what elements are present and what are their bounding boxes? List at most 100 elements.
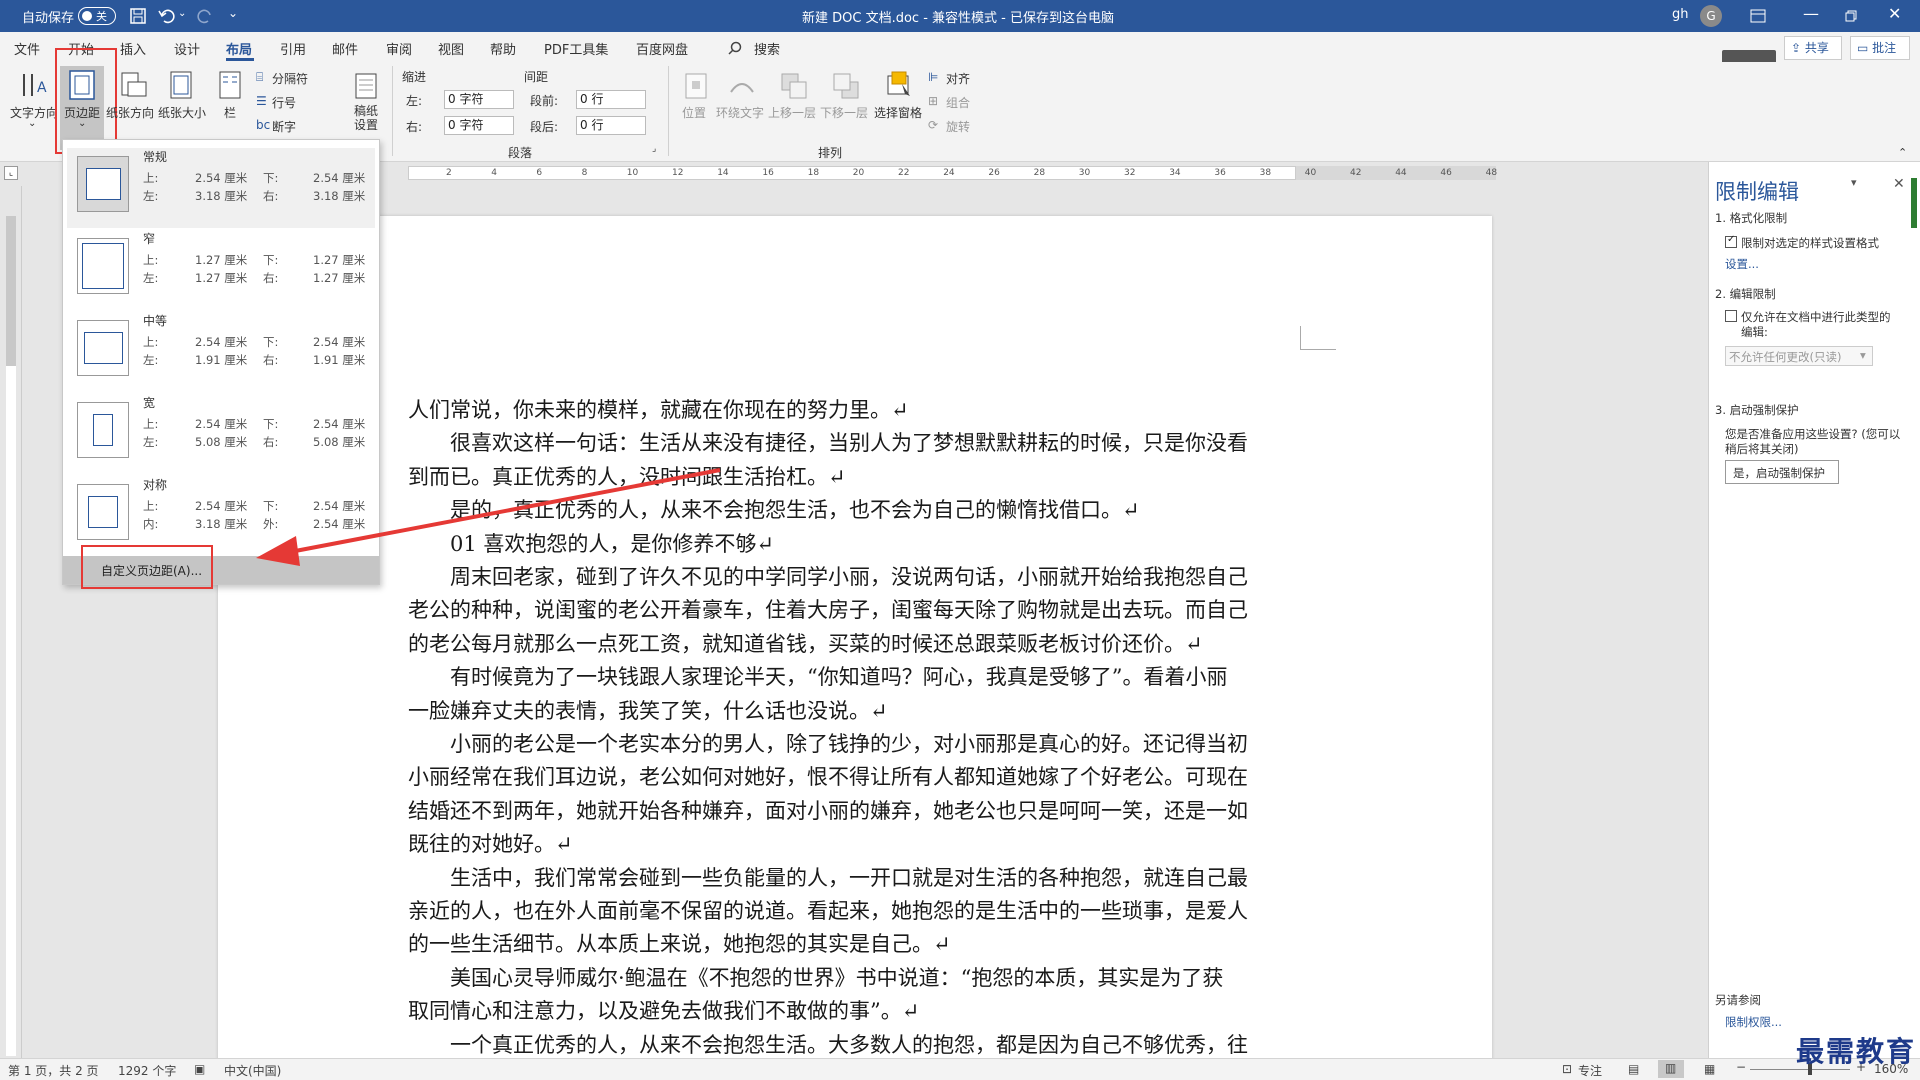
proofing-icon[interactable]: ▣ xyxy=(194,1062,205,1076)
document-line[interactable]: 小丽的老公是一个老实本分的男人，除了钱挣的少，对小丽那是真心的好。还记得当初 xyxy=(408,728,1682,758)
paper-size-label[interactable]: 纸张大小 xyxy=(158,104,206,121)
group-icon[interactable]: ⊞ xyxy=(928,94,938,108)
document-line[interactable]: 人们常说，你未来的模样，就藏在你现在的努力里。↵ xyxy=(408,394,1682,424)
document-line[interactable]: 一个真正优秀的人，从来不会抱怨生活。大多数人的抱怨，都是因为自己不够优秀，往 xyxy=(408,1029,1682,1058)
line-numbers-label[interactable]: 行号 xyxy=(272,94,296,111)
tab-references[interactable]: 引用 xyxy=(280,39,306,58)
document-line[interactable]: 的一些生活细节。从本质上来说，她抱怨的其实是自己。↵ xyxy=(408,928,1682,958)
tab-baidu[interactable]: 百度网盘 xyxy=(636,39,688,58)
spacing-before-input[interactable]: 0 行 xyxy=(576,90,646,109)
dialog-launcher-icon[interactable]: ⌟ xyxy=(652,144,656,154)
document-line[interactable]: 取同情心和注意力，以及避免去做我们不敢做的事”。↵ xyxy=(408,995,1682,1025)
document-line[interactable]: 是的，真正优秀的人，从来不会抱怨生活，也不会为自己的懒惰找借口。↵ xyxy=(408,494,1682,524)
orientation-label[interactable]: 纸张方向 xyxy=(106,104,154,121)
ribbon-display-icon[interactable] xyxy=(1750,9,1766,23)
document-line[interactable]: 很喜欢这样一句话：生活从来没有捷径，当别人为了梦想默默耕耘的时候，只是你没看 xyxy=(408,427,1682,457)
document-line[interactable]: 的老公每月就那么一点死工资，就知道省钱，买菜的时候还总跟菜贩老板讨价还价。↵ xyxy=(408,628,1682,658)
bring-forward-label[interactable]: 上移一层 xyxy=(768,104,816,121)
restrict-permission-link[interactable]: 限制权限... xyxy=(1725,1014,1782,1030)
print-layout-icon[interactable]: ▥ xyxy=(1658,1060,1684,1078)
margin-option[interactable]: 宽上: 2.54 厘米 下: 2.54 厘米 左: 5.08 厘米 右: 5.08 厘米 xyxy=(67,394,375,474)
align-icon[interactable]: ⊫ xyxy=(928,70,938,84)
position-label[interactable]: 位置 xyxy=(682,104,706,121)
send-backward-icon[interactable] xyxy=(832,72,860,100)
formatting-checkbox[interactable]: ✓ xyxy=(1725,234,1737,248)
draft-paper-icon[interactable] xyxy=(354,72,378,100)
position-icon[interactable] xyxy=(684,72,708,100)
close-pane-icon[interactable]: ✕ xyxy=(1893,176,1905,192)
margin-option[interactable]: 对称 上: 2.54 厘米 下: 2.54 厘米 内: 3.18 厘米 外: 2.54 厘米 xyxy=(67,476,375,556)
tab-view[interactable]: 视图 xyxy=(438,39,464,58)
word-count[interactable]: 1292 个字 xyxy=(118,1062,176,1079)
hyphenation-icon[interactable]: bc xyxy=(256,118,270,132)
restore-icon[interactable] xyxy=(1845,10,1857,22)
tab-file[interactable]: 文件 xyxy=(14,39,40,58)
autosave-toggle[interactable]: 关 xyxy=(78,7,116,25)
tab-help[interactable]: 帮助 xyxy=(490,39,516,58)
user-name[interactable]: gh xyxy=(1672,7,1689,22)
document-line[interactable]: 老公的种种，说闺蜜的老公开着豪车，住着大房子，闺蜜每天除了购物就是出去玩。而自己 xyxy=(408,594,1682,624)
editing-type-select[interactable]: 不允许任何更改(只读) ▾ xyxy=(1725,346,1873,366)
customize-qat-icon[interactable]: ⌄ xyxy=(228,6,238,20)
indent-right-input[interactable]: 0 字符 xyxy=(444,116,514,135)
columns-label[interactable]: 栏 xyxy=(224,104,236,121)
tab-design[interactable]: 设计 xyxy=(174,39,200,58)
group-label[interactable]: 组合 xyxy=(946,94,970,111)
settings-link[interactable]: 设置... xyxy=(1725,256,1759,272)
wrap-text-icon[interactable] xyxy=(728,72,756,100)
document-line[interactable]: 小丽经常在我们耳边说，老公如何对她好，恨不得让所有人都知道她嫁了个好老公。可现在 xyxy=(408,761,1682,791)
selection-pane-label[interactable]: 选择窗格 xyxy=(874,104,922,121)
columns-icon[interactable] xyxy=(218,70,242,100)
comments-button[interactable]: ▭ 批注 xyxy=(1850,36,1910,60)
tab-review[interactable]: 审阅 xyxy=(386,39,412,58)
tab-mailings[interactable]: 邮件 xyxy=(332,39,358,58)
selection-pane-icon[interactable] xyxy=(884,70,914,100)
document-line[interactable]: 生活中，我们常常会碰到一些负能量的人，一开口就是对生活的各种抱怨，就连自己最 xyxy=(408,862,1682,892)
document-page[interactable]: 人们常说，你未来的模样，就藏在你现在的努力里。↵ 很喜欢这样一句话：生活从来没有… xyxy=(218,216,1492,1058)
text-direction-icon[interactable]: A xyxy=(18,70,48,100)
align-label[interactable]: 对齐 xyxy=(946,70,970,87)
focus-icon[interactable]: ⊡ xyxy=(1562,1062,1572,1076)
document-line[interactable]: 结婚还不到两年，她就开始各种嫌弃，面对小丽的嫌弃，她老公也只是呵呵一笑，还是一如 xyxy=(408,795,1682,825)
tab-insert[interactable]: 插入 xyxy=(120,39,146,58)
focus-label[interactable]: 专注 xyxy=(1578,1062,1602,1079)
pane-scrollbar[interactable] xyxy=(1911,178,1917,228)
indent-left-input[interactable]: 0 字符 xyxy=(444,90,514,109)
tab-selector-icon[interactable]: ⌞ xyxy=(4,166,18,180)
margin-option[interactable]: 窄上: 1.27 厘米 下: 1.27 厘米 左: 1.27 厘米 右: 1.27 厘米 xyxy=(67,230,375,310)
save-icon[interactable] xyxy=(130,8,146,24)
document-line[interactable]: 有时候竟为了一块钱跟人家理论半天，“你知道吗？阿心，我真是受够了”。看着小丽 xyxy=(408,661,1682,691)
rotate-label[interactable]: 旋转 xyxy=(946,118,970,135)
chevron-down-icon[interactable]: ⌄ xyxy=(28,118,36,129)
document-line[interactable]: 到而已。真正优秀的人，没时间跟生活抬杠。↵ xyxy=(408,461,1682,491)
send-backward-label[interactable]: 下移一层 xyxy=(820,104,868,121)
document-line[interactable]: 周末回老家，碰到了许久不见的中学同学小丽，没说两句话，小丽就开始给我抱怨自己 xyxy=(408,561,1682,591)
pane-options-icon[interactable]: ▾ xyxy=(1851,176,1857,189)
vertical-ruler[interactable] xyxy=(0,186,22,1058)
rotate-icon[interactable]: ⟳ xyxy=(928,118,938,132)
minimize-icon[interactable]: — xyxy=(1803,4,1819,23)
search-label[interactable]: 搜索 xyxy=(754,39,780,58)
breaks-icon[interactable]: ⌸ xyxy=(256,70,263,85)
tab-pdf[interactable]: PDF工具集 xyxy=(544,39,608,58)
read-mode-icon[interactable]: ▤ xyxy=(1628,1062,1639,1076)
close-window-icon[interactable]: ✕ xyxy=(1888,4,1901,23)
orientation-icon[interactable] xyxy=(118,70,148,100)
margin-option[interactable]: 常规 上: 2.54 厘米 下: 2.54 厘米 左: 3.18 厘米 右: 3.18 厘米 xyxy=(67,148,375,228)
breaks-label[interactable]: 分隔符 xyxy=(272,70,308,87)
document-line[interactable]: 美国心灵导师威尔·鲍温在《不抱怨的世界》书中说道：“抱怨的本质，其实是为了获 xyxy=(408,962,1682,992)
share-button[interactable]: ⇪ 共享 xyxy=(1784,36,1842,60)
document-line[interactable]: 既往的对她好。↵ xyxy=(408,828,1682,858)
undo-dropdown-icon[interactable]: ⌄ xyxy=(178,8,186,19)
collapse-ribbon-icon[interactable]: ⌃ xyxy=(1898,146,1907,159)
spacing-after-input[interactable]: 0 行 xyxy=(576,116,646,135)
line-numbers-icon[interactable]: ☰ xyxy=(256,94,267,108)
editing-checkbox[interactable] xyxy=(1725,310,1737,322)
language[interactable]: 中文(中国) xyxy=(224,1062,281,1079)
wrap-text-label[interactable]: 环绕文字 xyxy=(716,104,764,121)
search-icon[interactable] xyxy=(728,41,742,55)
page-count[interactable]: 第 1 页，共 2 页 xyxy=(8,1062,99,1079)
draft-paper-label[interactable]: 稿纸设置 xyxy=(354,104,382,132)
undo-icon[interactable] xyxy=(158,8,176,24)
tab-layout[interactable]: 布局 xyxy=(226,39,252,58)
